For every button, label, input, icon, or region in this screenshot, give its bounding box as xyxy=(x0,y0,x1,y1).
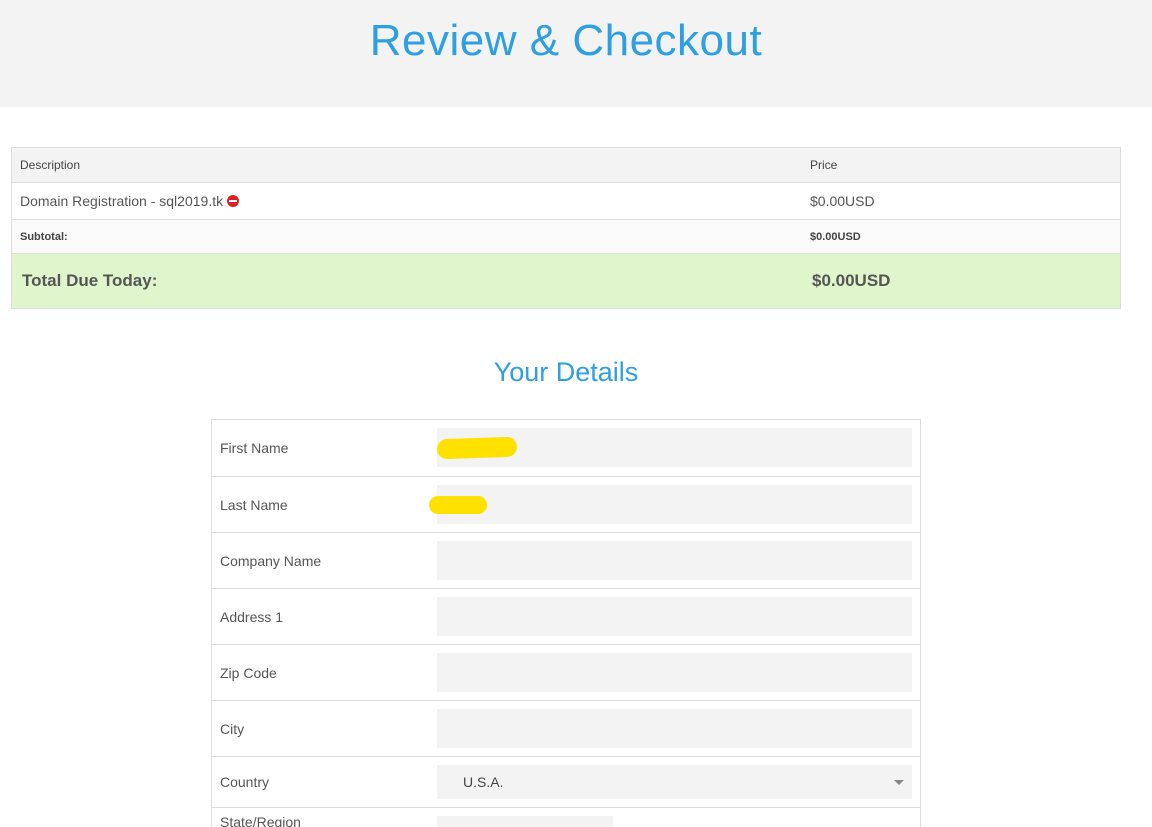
country-selected-value: U.S.A. xyxy=(463,774,504,790)
company-name-label: Company Name xyxy=(220,552,322,569)
total-value: $0.00USD xyxy=(812,271,891,290)
address-1-field[interactable] xyxy=(437,597,912,636)
state-label: State/Region xyxy=(220,814,301,827)
item-price: $0.00USD xyxy=(810,193,875,209)
item-description-cell: Domain Registration - sql2019.tk xyxy=(20,183,240,219)
first-name-row: First Name xyxy=(212,420,920,476)
first-name-field[interactable] xyxy=(437,428,912,467)
country-row: Country U.S.A. xyxy=(212,756,920,807)
zip-code-row: Zip Code xyxy=(212,644,920,700)
remove-item-icon[interactable] xyxy=(227,195,240,207)
details-form: First Name Last Name Company Name Addres… xyxy=(211,419,921,827)
country-label: Country xyxy=(220,774,270,790)
description-column-header: Description xyxy=(20,158,81,172)
country-select[interactable]: U.S.A. xyxy=(437,765,912,799)
your-details-heading: Your Details xyxy=(493,357,639,387)
last-name-row: Last Name xyxy=(212,476,920,532)
order-summary-table: Description Price Domain Registration - … xyxy=(11,147,1121,309)
city-row: City xyxy=(212,700,920,756)
address-1-row: Address 1 xyxy=(212,588,920,644)
city-label: City xyxy=(220,720,245,737)
total-label: Total Due Today: xyxy=(22,271,158,290)
state-select[interactable] xyxy=(437,816,613,827)
zip-code-field[interactable] xyxy=(437,653,912,692)
last-name-label: Last Name xyxy=(220,496,288,513)
page-title: Review & Checkout xyxy=(369,16,763,65)
subtotal-row: Subtotal: $0.00USD xyxy=(12,219,1120,253)
zip-code-label: Zip Code xyxy=(220,664,277,681)
page-header: Review & Checkout xyxy=(0,0,1152,107)
subtotal-value: $0.00USD xyxy=(810,230,861,243)
price-column-header: Price xyxy=(810,158,838,172)
total-row: Total Due Today: $0.00USD xyxy=(12,253,1120,308)
state-row: State/Region xyxy=(212,807,920,827)
last-name-field[interactable] xyxy=(437,485,912,524)
first-name-label: First Name xyxy=(220,440,289,456)
chevron-down-icon xyxy=(894,780,904,785)
table-row: Domain Registration - sql2019.tk $0.00US… xyxy=(12,182,1120,219)
table-header-row: Description Price xyxy=(12,148,1120,182)
address-1-label: Address 1 xyxy=(220,608,284,625)
city-field[interactable] xyxy=(437,709,912,748)
subtotal-label: Subtotal: xyxy=(20,230,68,243)
item-description: Domain Registration - sql2019.tk xyxy=(20,193,224,209)
company-name-field[interactable] xyxy=(437,541,912,580)
company-name-row: Company Name xyxy=(212,532,920,588)
